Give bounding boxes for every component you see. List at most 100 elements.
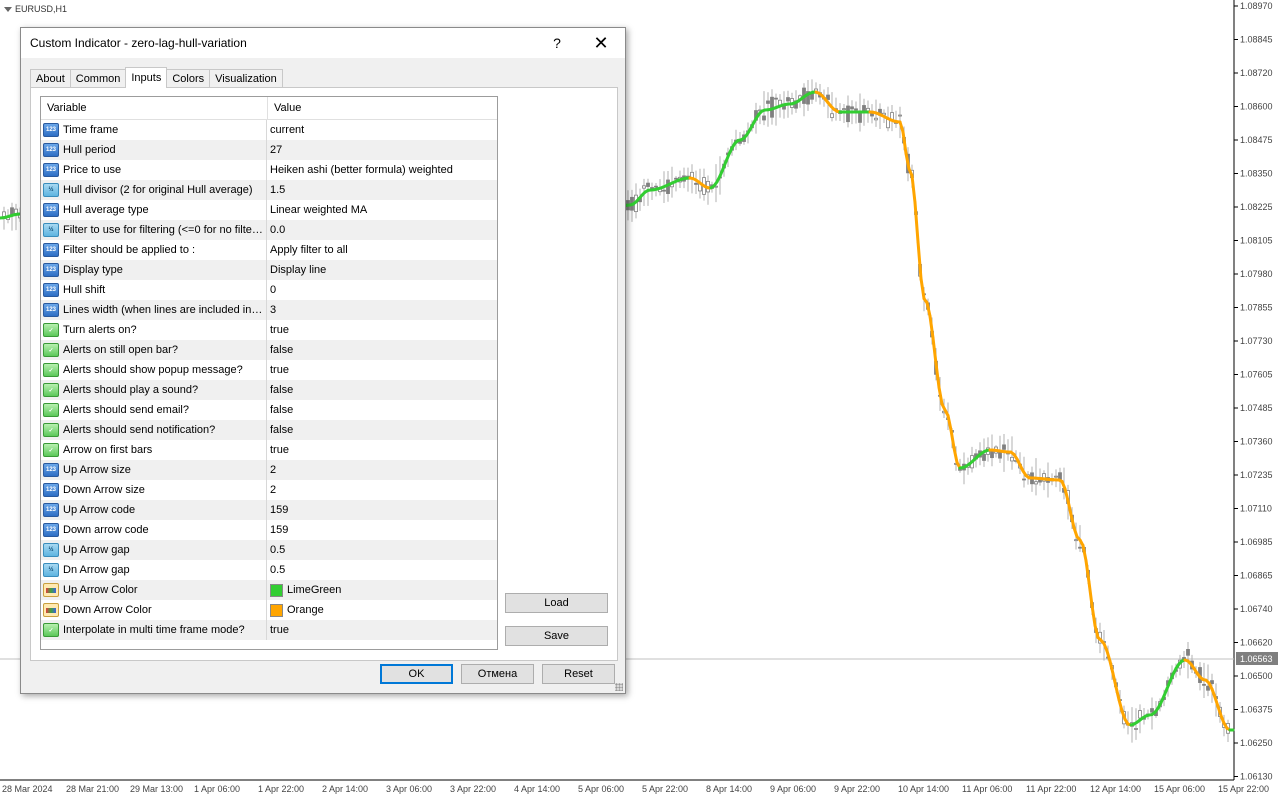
input-row[interactable]: ✓ Alerts should send email? false	[41, 400, 497, 420]
variable-value: 1.5	[270, 184, 286, 196]
candle-body	[898, 114, 902, 117]
value-cell[interactable]: Apply filter to all	[267, 240, 497, 260]
input-row[interactable]: ✓ Alerts on still open bar? false	[41, 340, 497, 360]
help-button[interactable]: ?	[535, 28, 579, 58]
value-cell[interactable]: 0	[267, 280, 497, 300]
value-cell[interactable]: 3	[267, 300, 497, 320]
input-row[interactable]: 123 Hull period 27	[41, 140, 497, 160]
input-row[interactable]: ✓ Arrow on first bars true	[41, 440, 497, 460]
input-row[interactable]: ✓ Interpolate in multi time frame mode? tr…	[41, 620, 497, 640]
input-row[interactable]: ½ Hull divisor (2 for original Hull avera…	[41, 180, 497, 200]
value-cell[interactable]: 159	[267, 500, 497, 520]
value-cell[interactable]: 2	[267, 460, 497, 480]
input-row[interactable]: Down Arrow Color Orange	[41, 600, 497, 620]
candle-body	[1058, 472, 1062, 480]
color-icon	[43, 583, 59, 597]
input-row[interactable]: ½ Dn Arrow gap 0.5	[41, 560, 497, 580]
price-tick-label: 1.07110	[1240, 504, 1272, 514]
variable-value: Apply filter to all	[270, 244, 348, 256]
variable-value: Display line	[270, 264, 327, 276]
input-row[interactable]: ✓ Alerts should send notification? false	[41, 420, 497, 440]
dialog-titlebar[interactable]: Custom Indicator - zero-lag-hull-variati…	[21, 28, 625, 58]
save-button[interactable]: Save	[505, 626, 608, 646]
value-cell[interactable]: LimeGreen	[267, 580, 497, 600]
resize-grip-icon[interactable]	[615, 683, 623, 691]
value-cell[interactable]: 2	[267, 480, 497, 500]
input-row[interactable]: 123 Down Arrow size 2	[41, 480, 497, 500]
time-tick-label: 15 Apr 06:00	[1154, 784, 1205, 794]
price-tick-label: 1.07730	[1240, 336, 1273, 346]
variable-cell: ½ Filter to use for filtering (<=0 for no…	[41, 220, 267, 240]
value-cell[interactable]: 1.5	[267, 180, 497, 200]
grid-rows: 123 Time frame current 123 Hull period 27 123 P…	[41, 120, 497, 640]
input-row[interactable]: ✓ Alerts should show popup message? true	[41, 360, 497, 380]
close-button[interactable]: ✕	[579, 28, 623, 58]
value-cell[interactable]: false	[267, 420, 497, 440]
candle-body	[1186, 649, 1190, 656]
value-cell[interactable]: true	[267, 320, 497, 340]
hull-segment	[913, 201, 920, 244]
variable-cell: ½ Up Arrow gap	[41, 540, 267, 560]
variable-name: Interpolate in multi time frame mode?	[63, 624, 245, 636]
input-row[interactable]: 123 Time frame current	[41, 120, 497, 140]
value-cell[interactable]: 0.5	[267, 560, 497, 580]
column-header-variable[interactable]: Variable	[41, 97, 268, 119]
input-row[interactable]: 123 Lines width (when lines are included …	[41, 300, 497, 320]
input-row[interactable]: ½ Filter to use for filtering (<=0 for no…	[41, 220, 497, 240]
tab-colors[interactable]: Colors	[166, 69, 211, 88]
cancel-button[interactable]: Отмена	[461, 664, 534, 684]
value-cell[interactable]: Display line	[267, 260, 497, 280]
tab-inputs[interactable]: Inputs	[125, 67, 168, 88]
value-cell[interactable]: true	[267, 620, 497, 640]
input-row[interactable]: 123 Filter should be applied to : Apply fi…	[41, 240, 497, 260]
int-icon: 123	[43, 143, 59, 157]
input-row[interactable]: 123 Up Arrow code 159	[41, 500, 497, 520]
value-cell[interactable]: 0.0	[267, 220, 497, 240]
variable-cell: 123 Down Arrow size	[41, 480, 267, 500]
input-row[interactable]: 123 Up Arrow size 2	[41, 460, 497, 480]
value-cell[interactable]: Linear weighted MA	[267, 200, 497, 220]
value-cell[interactable]: 27	[267, 140, 497, 160]
tab-common[interactable]: Common	[69, 69, 127, 88]
ok-button[interactable]: OK	[380, 664, 453, 684]
input-row[interactable]: 123 Display type Display line	[41, 260, 497, 280]
value-cell[interactable]: 159	[267, 520, 497, 540]
symbol-label: EURUSD,H1	[4, 4, 67, 14]
value-cell[interactable]: current	[267, 120, 497, 140]
variable-name: Alerts should play a sound?	[63, 384, 199, 396]
time-tick-label: 3 Apr 22:00	[450, 784, 496, 794]
input-row[interactable]: 123 Hull shift 0	[41, 280, 497, 300]
candle-body	[830, 113, 834, 118]
price-tick-label: 1.06865	[1240, 571, 1273, 581]
input-row[interactable]: ✓ Alerts should play a sound? false	[41, 380, 497, 400]
candle-body	[846, 105, 850, 123]
input-row[interactable]: 123 Down arrow code 159	[41, 520, 497, 540]
column-header-value[interactable]: Value	[268, 97, 301, 119]
time-tick-label: 15 Apr 22:00	[1218, 784, 1269, 794]
candle-body	[786, 97, 790, 102]
input-row[interactable]: ½ Up Arrow gap 0.5	[41, 540, 497, 560]
input-row[interactable]: 123 Hull average type Linear weighted MA	[41, 200, 497, 220]
value-cell[interactable]: true	[267, 440, 497, 460]
value-cell[interactable]: 0.5	[267, 540, 497, 560]
value-cell[interactable]: true	[267, 360, 497, 380]
value-cell[interactable]: false	[267, 380, 497, 400]
value-cell[interactable]: false	[267, 400, 497, 420]
inputs-grid: Variable Value 123 Time frame current 123 Hu…	[40, 96, 498, 650]
reset-button[interactable]: Reset	[542, 664, 615, 684]
input-row[interactable]: ✓ Turn alerts on? true	[41, 320, 497, 340]
tab-about[interactable]: About	[30, 69, 71, 88]
hull-segment	[1105, 649, 1112, 663]
variable-value: Linear weighted MA	[270, 204, 368, 216]
input-row[interactable]: Up Arrow Color LimeGreen	[41, 580, 497, 600]
input-row[interactable]: 123 Price to use Heiken ashi (better formu…	[41, 160, 497, 180]
time-tick-label: 11 Apr 22:00	[1026, 784, 1076, 794]
value-cell[interactable]: Orange	[267, 600, 497, 620]
load-button[interactable]: Load	[505, 593, 608, 613]
bool-icon: ✓	[43, 443, 59, 457]
variable-value: Heiken ashi (better formula) weighted	[270, 164, 453, 176]
variable-name: Turn alerts on?	[63, 324, 137, 336]
value-cell[interactable]: Heiken ashi (better formula) weighted	[267, 160, 497, 180]
tab-visualization[interactable]: Visualization	[209, 69, 283, 88]
value-cell[interactable]: false	[267, 340, 497, 360]
